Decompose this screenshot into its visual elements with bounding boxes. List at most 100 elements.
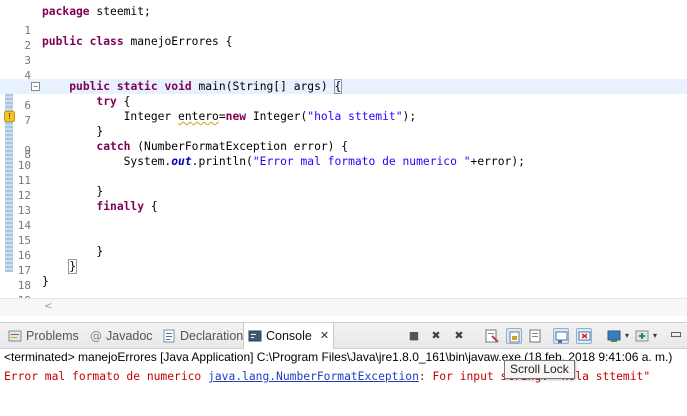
line-source: } — [42, 184, 103, 199]
code-line-11: 11 System.out.println("Error mal formato… — [0, 154, 687, 187]
remove-all-terminated-icon[interactable]: ✖ — [451, 328, 467, 344]
code-line-16: 16 — [0, 229, 687, 262]
chevron-down-icon[interactable]: ▾ — [650, 328, 660, 344]
keyword: package — [42, 5, 90, 18]
horizontal-scrollbar[interactable]: < — [0, 298, 687, 316]
code-line-4: 4 — [0, 49, 687, 82]
code-text: } — [96, 245, 104, 258]
code-text: } — [96, 185, 104, 198]
code-text: Integer( — [246, 110, 308, 123]
warning-icon[interactable]: ! — [4, 111, 15, 122]
code-line-1: 1 package steemit; — [0, 4, 687, 37]
scroll-left-icon[interactable]: < — [44, 301, 52, 312]
close-icon[interactable]: ✕ — [320, 323, 329, 349]
keyword: catch — [96, 140, 131, 153]
line-source: public static void main(String[] args) { — [42, 79, 343, 94]
line-source: } — [42, 259, 78, 274]
scroll-lock-icon[interactable] — [506, 328, 522, 344]
matched-brace: } — [68, 259, 78, 274]
console-output[interactable]: <terminated> manejoErrores [Java Applica… — [0, 349, 687, 416]
code-line-5: 5 — [0, 64, 687, 97]
error-text: Error mal formato de numerico — [4, 370, 209, 383]
console-icon — [248, 330, 262, 342]
line-source: } — [42, 274, 49, 289]
tab-label: Javadoc — [106, 329, 153, 343]
keyword: void — [164, 80, 192, 93]
clear-console-icon[interactable] — [484, 328, 500, 344]
bottom-view-tabbar: Problems @ Javadoc Declaration Console ✕… — [0, 322, 687, 349]
keyword: finally — [96, 200, 145, 213]
code-line-18: 18 } — [0, 259, 687, 292]
line-source: package steemit; — [42, 4, 151, 19]
string-literal: "hola sttemit" — [307, 110, 403, 123]
code-line-13: 13 } — [0, 184, 687, 217]
open-console-icon[interactable] — [634, 328, 650, 344]
code-line-10: 10 catch (NumberFormatException error) { — [0, 139, 687, 172]
line-source: public class manejoErrores { — [42, 34, 232, 49]
tab-label: Problems — [26, 329, 79, 343]
line-source: } — [42, 244, 103, 259]
code-line-19: 19 } — [0, 274, 687, 307]
code-text: ); — [402, 110, 417, 123]
string-literal: "Error mal formato de numerico " — [252, 155, 471, 168]
identifier: steemit; — [89, 5, 151, 18]
tab-label: Declaration — [180, 329, 244, 343]
problems-icon — [8, 330, 22, 342]
code-line-6: 6 − public static void main(String[] arg… — [0, 79, 687, 112]
tab-label: Console — [266, 329, 312, 343]
terminate-icon[interactable]: ■ — [406, 328, 422, 344]
show-stderr-icon[interactable] — [576, 328, 592, 344]
code-line-3: 3 public class manejoErrores { — [0, 34, 687, 67]
code-text: Integer — [123, 110, 179, 123]
code-line-12: 12 — [0, 169, 687, 202]
tab-console[interactable]: Console ✕ — [243, 323, 335, 349]
line-source: System.out.println("Error mal formato de… — [42, 154, 525, 169]
code-line-14: 14 finally { — [0, 199, 687, 232]
code-text: System. — [123, 155, 172, 168]
matched-brace: { — [333, 79, 343, 94]
code-text: +error); — [470, 155, 525, 168]
chevron-down-icon[interactable]: ▾ — [622, 328, 632, 344]
code-line-17: 17 } — [0, 244, 687, 277]
tab-problems[interactable]: Problems — [4, 323, 83, 349]
code-editor[interactable]: 1 package steemit; 2 3 public class mane… — [0, 0, 687, 307]
javadoc-icon: @ — [90, 329, 102, 343]
keyword: try — [96, 95, 117, 108]
line-source: catch (NumberFormatException error) { — [42, 139, 348, 154]
tab-declaration[interactable]: Declaration — [158, 323, 247, 349]
code-text: { — [116, 95, 131, 108]
code-text: .println( — [191, 155, 253, 168]
warned-variable: entero — [178, 110, 219, 123]
code-line-15: 15 — [0, 214, 687, 247]
code-text: } — [96, 125, 104, 138]
declaration-icon — [163, 329, 175, 343]
code-line-9: 9 } — [0, 124, 687, 157]
line-source: try { — [42, 94, 130, 109]
code-line-2: 2 — [0, 19, 687, 52]
line-source: finally { — [42, 199, 158, 214]
code-line-20: 20 — [0, 289, 687, 298]
pin-console-icon[interactable] — [553, 328, 569, 344]
keyword: public — [42, 35, 83, 48]
remove-launch-icon[interactable]: ✖ — [428, 328, 444, 344]
word-wrap-icon[interactable] — [528, 328, 544, 344]
code-text: (NumberFormatException error) { — [130, 140, 349, 153]
class-name: manejoErrores { — [123, 35, 233, 48]
static-field: out — [171, 155, 192, 168]
code-text: = — [218, 110, 226, 123]
keyword: new — [225, 110, 247, 123]
keyword: static — [116, 80, 158, 93]
tooltip: Scroll Lock — [504, 360, 575, 379]
line-source: Integer entero=new Integer("hola sttemit… — [42, 109, 417, 124]
tab-javadoc[interactable]: @ Javadoc — [86, 323, 157, 349]
keyword: public — [69, 80, 111, 93]
display-console-icon[interactable] — [606, 328, 622, 344]
keyword: class — [89, 35, 124, 48]
exception-link[interactable]: java.lang.NumberFormatException — [208, 370, 419, 383]
line-source: } — [42, 124, 103, 139]
minimize-icon[interactable]: ▭ — [667, 328, 685, 344]
fold-collapse-icon[interactable]: − — [31, 82, 40, 91]
code-line-7: 7 try { — [0, 94, 687, 127]
code-text: } — [42, 275, 49, 288]
code-text: { — [144, 200, 158, 213]
